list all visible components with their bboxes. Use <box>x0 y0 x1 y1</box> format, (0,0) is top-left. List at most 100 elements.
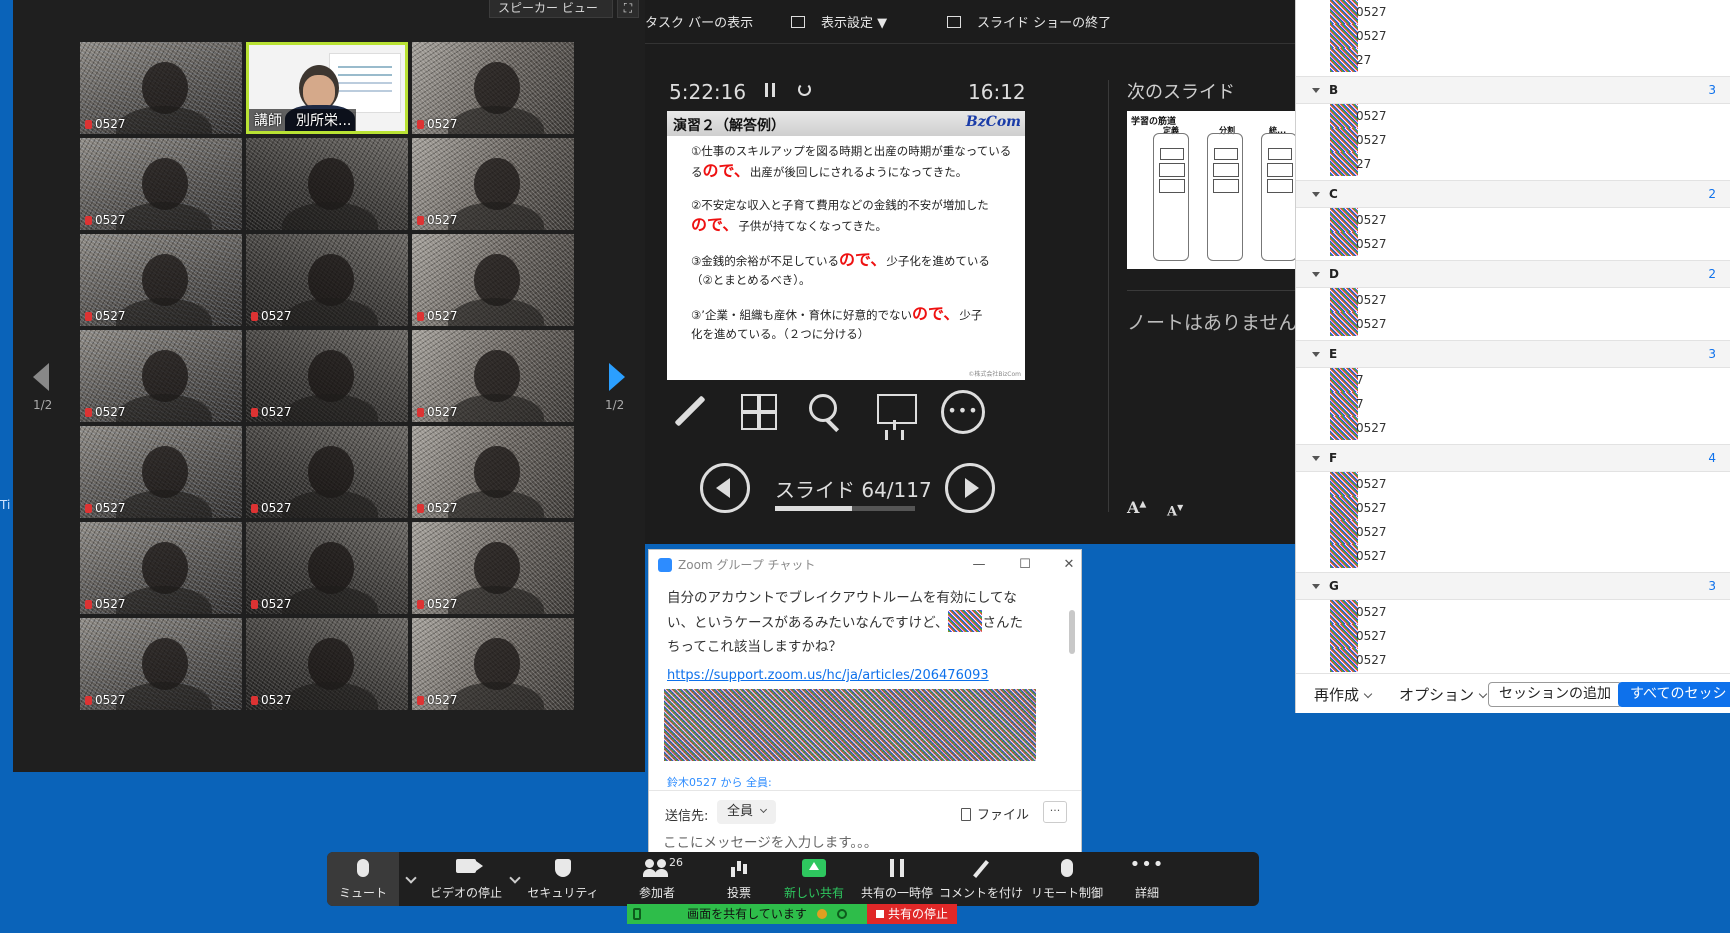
black-screen-icon[interactable] <box>873 390 917 434</box>
breakout-room-name: F <box>1329 451 1338 465</box>
chat-scrollbar[interactable] <box>1069 610 1075 654</box>
minimize-button[interactable]: — <box>965 550 993 580</box>
chat-link[interactable]: https://support.zoom.us/hc/ja/articles/2… <box>667 668 989 683</box>
breakout-room-header[interactable]: F4 <box>1296 444 1730 472</box>
taskbar-toggle[interactable]: タスク バーの表示 <box>645 12 753 31</box>
end-slideshow-button[interactable]: スライド ショーの終了 <box>947 12 1111 31</box>
polling-button[interactable]: 投票 <box>709 852 769 906</box>
collapse-triangle-icon[interactable] <box>1312 456 1320 461</box>
participant-video-tile[interactable]: 0527 <box>80 618 242 710</box>
breakout-member[interactable]: 27 <box>1296 152 1730 176</box>
breakout-member[interactable]: 0527 <box>1296 128 1730 152</box>
annotate-button[interactable]: コメントを付け <box>939 852 1023 906</box>
remote-control-button[interactable]: リモート制御 <box>1027 852 1107 906</box>
participant-video-tile[interactable] <box>246 138 408 230</box>
breakout-member[interactable]: 0527 <box>1296 520 1730 544</box>
increase-font-button[interactable]: A▲ <box>1127 498 1146 517</box>
breakout-member[interactable]: 0527 <box>1296 648 1730 672</box>
next-slide-button[interactable] <box>945 463 995 513</box>
video-options-chevron-icon[interactable] <box>509 872 521 884</box>
zoom-magnifier-icon[interactable] <box>803 390 847 434</box>
decrease-font-button[interactable]: A▼ <box>1167 502 1183 519</box>
chat-more-button[interactable]: ··· <box>1043 801 1067 823</box>
sharing-status-bar[interactable]: 画面を共有しています <box>627 904 867 924</box>
breakout-room-header[interactable]: G3 <box>1296 572 1730 600</box>
participant-video-tile[interactable]: 0527 <box>80 42 242 134</box>
options-button[interactable]: オプション <box>1399 684 1488 705</box>
participant-video-tile[interactable]: 0527 <box>246 234 408 326</box>
participant-video-tile[interactable]: 0527 <box>246 522 408 614</box>
collapse-triangle-icon[interactable] <box>1312 584 1320 589</box>
fullscreen-icon[interactable]: ⛶ <box>617 0 639 18</box>
file-button[interactable]: ファイル <box>961 804 1029 823</box>
breakout-member[interactable]: 0527 <box>1296 288 1730 312</box>
participant-video-tile[interactable]: 0527 <box>412 42 574 134</box>
audio-options-chevron-icon[interactable] <box>405 872 417 884</box>
gallery-next-page-icon[interactable] <box>609 363 625 391</box>
participant-video-tile[interactable]: 0527 <box>80 330 242 422</box>
collapse-triangle-icon[interactable] <box>1312 88 1320 93</box>
open-all-sessions-button[interactable]: すべてのセッシ <box>1618 682 1730 707</box>
gallery-prev-page-icon[interactable] <box>33 363 49 391</box>
security-button[interactable]: セキュリティ <box>527 852 599 906</box>
stop-video-button[interactable]: ビデオの停止 <box>423 852 509 906</box>
new-share-button[interactable]: 新しい共有 <box>773 852 855 906</box>
more-options-icon[interactable] <box>941 390 985 434</box>
participant-video-tile[interactable]: 0527 <box>412 234 574 326</box>
participants-button[interactable]: 26 参加者 <box>609 852 705 906</box>
participant-video-tile[interactable]: 0527 <box>412 618 574 710</box>
participant-video-tile[interactable]: 0527 <box>80 426 242 518</box>
breakout-member[interactable]: 0527 <box>1296 496 1730 520</box>
participant-video-tile[interactable]: 0527 <box>246 618 408 710</box>
participant-video-tile[interactable]: 0527 <box>80 138 242 230</box>
speaker-view-button[interactable]: スピーカー ビュー <box>489 0 613 18</box>
maximize-button[interactable]: ☐ <box>1011 550 1039 580</box>
recreate-button[interactable]: 再作成 <box>1314 684 1373 705</box>
breakout-member[interactable]: 0527 <box>1296 624 1730 648</box>
pause-share-button[interactable]: 共有の一時停 <box>857 852 937 906</box>
close-button[interactable]: ✕ <box>1055 550 1083 580</box>
display-settings-button[interactable]: 表示設定 ▼ <box>791 12 887 31</box>
collapse-triangle-icon[interactable] <box>1312 352 1320 357</box>
breakout-member[interactable]: 7 <box>1296 392 1730 416</box>
see-all-slides-icon[interactable] <box>735 390 779 434</box>
more-button[interactable]: ••• 詳細 <box>1117 852 1177 906</box>
breakout-member[interactable]: 0527 <box>1296 104 1730 128</box>
mute-button[interactable]: ミュート <box>327 852 399 906</box>
participant-video-tile[interactable]: 0527 <box>246 330 408 422</box>
breakout-member[interactable]: 0527 <box>1296 600 1730 624</box>
breakout-member[interactable]: 27 <box>1296 48 1730 72</box>
breakout-member[interactable]: 0527 <box>1296 312 1730 336</box>
chat-titlebar[interactable]: Zoom グループ チャット — ☐ ✕ <box>649 550 1081 580</box>
breakout-member[interactable]: 0527 <box>1296 472 1730 496</box>
collapse-triangle-icon[interactable] <box>1312 272 1320 277</box>
breakout-room-header[interactable]: E3 <box>1296 340 1730 368</box>
breakout-member[interactable]: 0527 <box>1296 416 1730 440</box>
breakout-room-header[interactable]: D2 <box>1296 260 1730 288</box>
breakout-member[interactable]: 0527 <box>1296 544 1730 568</box>
participant-video-tile[interactable]: 0527 <box>412 330 574 422</box>
participant-video-tile[interactable]: 0527 <box>80 234 242 326</box>
timer-pause-icon[interactable] <box>765 83 775 97</box>
breakout-room-header[interactable]: B3 <box>1296 76 1730 104</box>
collapse-triangle-icon[interactable] <box>1312 192 1320 197</box>
participant-video-tile[interactable]: 0527 <box>246 426 408 518</box>
pen-icon[interactable] <box>667 390 711 434</box>
breakout-room-header[interactable]: C2 <box>1296 180 1730 208</box>
timer-reset-icon[interactable] <box>798 83 811 96</box>
stop-share-button[interactable]: 共有の停止 <box>867 904 957 924</box>
panel-divider[interactable] <box>1108 80 1109 512</box>
previous-slide-button[interactable] <box>700 463 750 513</box>
breakout-member[interactable]: 0527 <box>1296 0 1730 24</box>
send-to-dropdown[interactable]: 全員 <box>717 800 777 824</box>
breakout-member[interactable]: 0527 <box>1296 232 1730 256</box>
participant-video-tile[interactable]: 0527 <box>412 426 574 518</box>
participant-video-tile[interactable]: 0527 <box>412 522 574 614</box>
participant-video-tile[interactable]: 0527 <box>80 522 242 614</box>
breakout-member[interactable]: 0527 <box>1296 208 1730 232</box>
breakout-member[interactable]: 0527 <box>1296 24 1730 48</box>
breakout-member[interactable]: 7 <box>1296 368 1730 392</box>
active-speaker-video-tile[interactable]: 講師 別所栄... <box>246 42 408 134</box>
participant-video-tile[interactable]: 0527 <box>412 138 574 230</box>
add-session-button[interactable]: セッションの追加 <box>1488 682 1622 707</box>
